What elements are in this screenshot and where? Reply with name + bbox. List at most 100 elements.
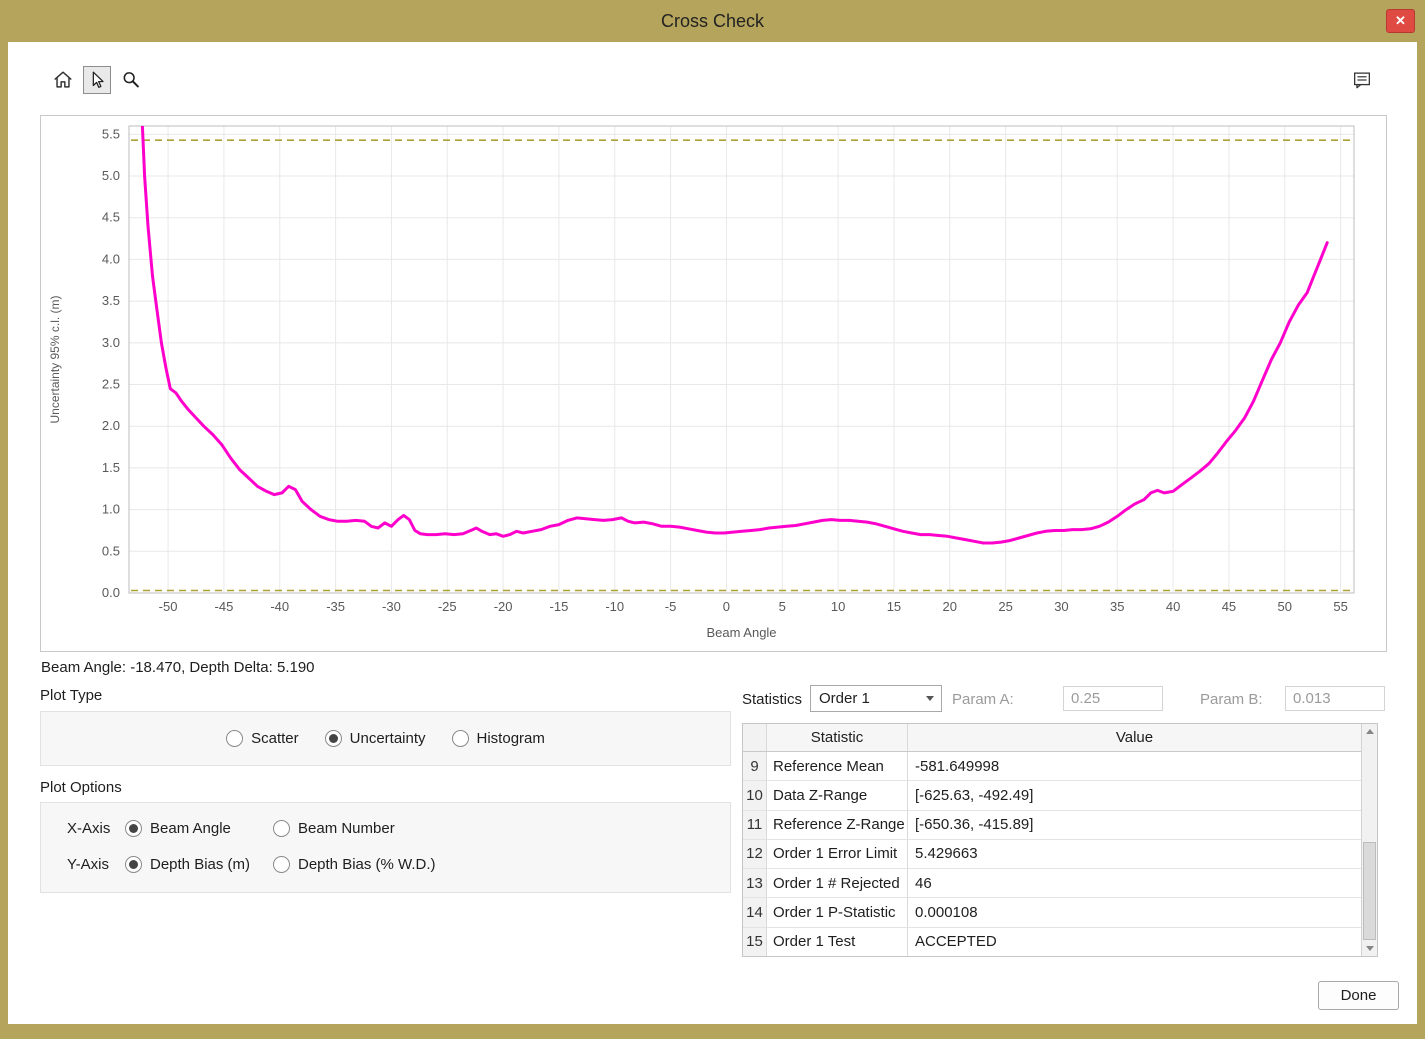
svg-text:45: 45 bbox=[1222, 599, 1236, 614]
value-cell: [-650.36, -415.89] bbox=[908, 811, 1361, 839]
table-row[interactable]: 11Reference Z-Range[-650.36, -415.89] bbox=[743, 811, 1361, 840]
close-button[interactable]: ✕ bbox=[1386, 9, 1415, 33]
svg-text:4.5: 4.5 bbox=[102, 210, 120, 225]
svg-text:10: 10 bbox=[831, 599, 845, 614]
svg-text:0: 0 bbox=[723, 599, 730, 614]
row-number: 13 bbox=[743, 869, 767, 897]
row-number: 10 bbox=[743, 781, 767, 809]
value-cell: 46 bbox=[908, 869, 1361, 897]
svg-text:3.5: 3.5 bbox=[102, 293, 120, 308]
svg-text:15: 15 bbox=[887, 599, 901, 614]
row-number: 14 bbox=[743, 898, 767, 926]
radio-icon bbox=[125, 856, 142, 873]
order-select-value: Order 1 bbox=[811, 690, 919, 707]
svg-text:0.0: 0.0 bbox=[102, 585, 120, 600]
radio-label: Uncertainty bbox=[350, 730, 426, 747]
table-row[interactable]: 13Order 1 # Rejected46 bbox=[743, 869, 1361, 898]
radio-depth-bias-m[interactable]: Depth Bias (m) bbox=[125, 856, 250, 873]
y-axis-label: Y-Axis bbox=[67, 856, 125, 873]
statistic-cell: Data Z-Range bbox=[767, 781, 908, 809]
y-axis-row: Y-Axis Depth Bias (m) Depth Bias (% W.D.… bbox=[67, 856, 436, 873]
uncertainty-chart: -50-45-40-35-30-25-20-15-10-505101520253… bbox=[41, 116, 1384, 649]
table-row[interactable]: 14Order 1 P-Statistic0.000108 bbox=[743, 898, 1361, 927]
radio-histogram[interactable]: Histogram bbox=[452, 730, 545, 747]
statistic-cell: Order 1 Test bbox=[767, 928, 908, 956]
radio-icon bbox=[273, 820, 290, 837]
pointer-tool-button[interactable] bbox=[83, 66, 111, 94]
zoom-tool-button[interactable] bbox=[117, 66, 145, 94]
svg-text:-5: -5 bbox=[665, 599, 677, 614]
statistic-cell: Order 1 P-Statistic bbox=[767, 898, 908, 926]
dialog-content: -50-45-40-35-30-25-20-15-10-505101520253… bbox=[8, 42, 1417, 1024]
svg-text:0.5: 0.5 bbox=[102, 543, 120, 558]
statistic-cell: Reference Mean bbox=[767, 752, 908, 780]
table-row[interactable]: 12Order 1 Error Limit5.429663 bbox=[743, 840, 1361, 869]
svg-text:-15: -15 bbox=[550, 599, 569, 614]
svg-text:1.0: 1.0 bbox=[102, 502, 120, 517]
plot-settings-button[interactable] bbox=[1348, 66, 1376, 94]
svg-text:-20: -20 bbox=[494, 599, 513, 614]
svg-text:35: 35 bbox=[1110, 599, 1124, 614]
radio-label: Beam Angle bbox=[150, 820, 231, 837]
param-a-input[interactable] bbox=[1063, 686, 1163, 711]
done-button[interactable]: Done bbox=[1318, 981, 1399, 1010]
x-axis-label: X-Axis bbox=[67, 820, 125, 837]
stats-table-body: 9Reference Mean-581.64999810Data Z-Range… bbox=[743, 752, 1361, 956]
svg-text:Beam Angle: Beam Angle bbox=[706, 625, 776, 640]
param-a-label: Param A: bbox=[952, 691, 1014, 708]
scroll-down-button[interactable] bbox=[1362, 941, 1377, 956]
column-header-value: Value bbox=[908, 724, 1361, 751]
svg-text:1.5: 1.5 bbox=[102, 460, 120, 475]
plot-type-group: Scatter Uncertainty Histogram bbox=[40, 711, 731, 766]
table-row[interactable]: 9Reference Mean-581.649998 bbox=[743, 752, 1361, 781]
cursor-readout: Beam Angle: -18.470, Depth Delta: 5.190 bbox=[41, 659, 315, 676]
header-corner bbox=[743, 724, 767, 751]
window-title: Cross Check bbox=[661, 11, 764, 32]
svg-text:-10: -10 bbox=[605, 599, 624, 614]
row-number: 12 bbox=[743, 840, 767, 868]
svg-text:20: 20 bbox=[943, 599, 957, 614]
row-number: 15 bbox=[743, 928, 767, 956]
cursor-icon bbox=[86, 69, 108, 91]
radio-beam-number[interactable]: Beam Number bbox=[273, 820, 395, 837]
svg-text:30: 30 bbox=[1054, 599, 1068, 614]
radio-icon bbox=[452, 730, 469, 747]
row-number: 11 bbox=[743, 811, 767, 839]
svg-text:3.0: 3.0 bbox=[102, 335, 120, 350]
scroll-up-button[interactable] bbox=[1362, 724, 1377, 739]
plot-options-group: X-Axis Beam Angle Beam Number Y-Axis bbox=[40, 802, 731, 893]
svg-text:2.0: 2.0 bbox=[102, 418, 120, 433]
order-select[interactable]: Order 1 bbox=[810, 685, 942, 712]
radio-label: Depth Bias (m) bbox=[150, 856, 250, 873]
table-header: Statistic Value bbox=[743, 724, 1361, 752]
chart-area[interactable]: -50-45-40-35-30-25-20-15-10-505101520253… bbox=[40, 115, 1387, 652]
radio-scatter[interactable]: Scatter bbox=[226, 730, 299, 747]
param-b-input[interactable] bbox=[1285, 686, 1385, 711]
svg-text:Uncertainty 95% c.l. (m): Uncertainty 95% c.l. (m) bbox=[48, 295, 62, 423]
close-icon: ✕ bbox=[1395, 13, 1406, 29]
svg-text:-35: -35 bbox=[326, 599, 345, 614]
home-icon bbox=[52, 69, 74, 91]
table-row[interactable]: 10Data Z-Range[-625.63, -492.49] bbox=[743, 781, 1361, 810]
radio-uncertainty[interactable]: Uncertainty bbox=[325, 730, 426, 747]
svg-text:55: 55 bbox=[1333, 599, 1347, 614]
radio-depth-bias-pct[interactable]: Depth Bias (% W.D.) bbox=[273, 856, 436, 873]
home-button[interactable] bbox=[49, 66, 77, 94]
cross-check-window: Cross Check ✕ bbox=[0, 0, 1425, 1039]
table-scrollbar[interactable] bbox=[1361, 724, 1377, 956]
titlebar: Cross Check ✕ bbox=[0, 0, 1425, 42]
svg-text:5.0: 5.0 bbox=[102, 168, 120, 183]
radio-label: Histogram bbox=[477, 730, 545, 747]
table-row[interactable]: 15Order 1 TestACCEPTED bbox=[743, 928, 1361, 956]
radio-label: Beam Number bbox=[298, 820, 395, 837]
radio-beam-angle[interactable]: Beam Angle bbox=[125, 820, 231, 837]
param-b-label: Param B: bbox=[1200, 691, 1263, 708]
statistic-cell: Reference Z-Range bbox=[767, 811, 908, 839]
value-cell: 5.429663 bbox=[908, 840, 1361, 868]
svg-text:25: 25 bbox=[998, 599, 1012, 614]
svg-text:-50: -50 bbox=[159, 599, 178, 614]
scroll-thumb[interactable] bbox=[1363, 842, 1376, 940]
x-axis-row: X-Axis Beam Angle Beam Number bbox=[67, 820, 395, 837]
statistics-table: Statistic Value 9Reference Mean-581.6499… bbox=[742, 723, 1378, 957]
svg-text:-40: -40 bbox=[270, 599, 289, 614]
